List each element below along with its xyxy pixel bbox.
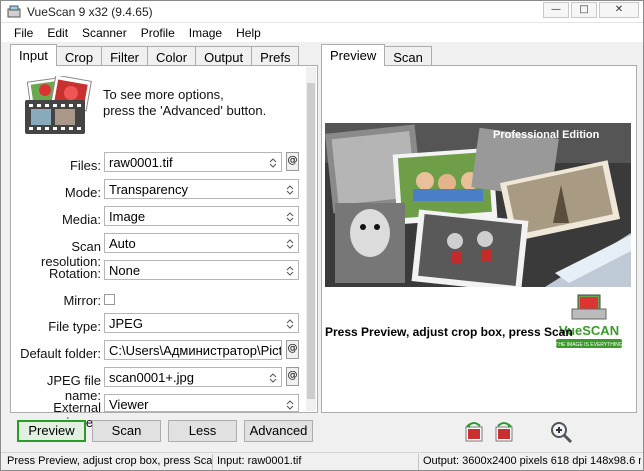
updown-arrows-icon bbox=[269, 158, 277, 168]
updown-arrows-icon bbox=[286, 266, 294, 276]
updown-arrows-icon bbox=[286, 400, 294, 410]
close-button[interactable]: ✕ bbox=[599, 2, 639, 18]
files-value: raw0001.tif bbox=[109, 155, 173, 170]
tab-color[interactable]: Color bbox=[147, 46, 197, 66]
status-output: Output: 3600x2400 pixels 618 dpi 148x98.… bbox=[423, 455, 641, 467]
mode-select[interactable]: Transparency bbox=[104, 179, 299, 199]
menu-scanner[interactable]: Scanner bbox=[75, 23, 134, 42]
external-viewer-value: Viewer bbox=[109, 397, 149, 412]
scan-resolution-select[interactable]: Auto bbox=[104, 233, 299, 253]
rotate-left-icon[interactable] bbox=[462, 420, 486, 444]
menu-help[interactable]: Help bbox=[229, 23, 268, 42]
splash-image: Professional Edition bbox=[325, 123, 631, 287]
default-folder-label: Default folder: bbox=[20, 346, 101, 361]
rotate-right-icon[interactable] bbox=[492, 420, 516, 444]
default-folder-value: C:\Users\Администратор\Pictur bbox=[109, 343, 282, 358]
tab-scan[interactable]: Scan bbox=[384, 46, 432, 66]
file-type-value: JPEG bbox=[109, 316, 143, 331]
preview-panel: Preview Scan Professional Edition VueSCA… bbox=[321, 44, 637, 413]
window-title: VueScan 9 x32 (9.4.65) bbox=[27, 5, 153, 19]
status-bar: Press Preview, adjust crop box, press Sc… bbox=[1, 452, 643, 470]
tab-preview[interactable]: Preview bbox=[321, 44, 386, 66]
scan-button[interactable]: Scan bbox=[92, 420, 161, 442]
vuescan-window: VueScan 9 x32 (9.4.65) — □ ✕ File Edit S… bbox=[0, 0, 644, 471]
tab-output[interactable]: Output bbox=[195, 46, 253, 66]
options-tabs: Input Crop Filter Color Output Prefs bbox=[10, 44, 300, 66]
rotation-select[interactable]: None bbox=[104, 260, 299, 280]
hint-line-1: To see more options, bbox=[103, 87, 224, 102]
tab-prefs[interactable]: Prefs bbox=[251, 46, 300, 66]
preview-button[interactable]: Preview bbox=[17, 420, 86, 442]
files-label: Files: bbox=[69, 158, 101, 173]
splash-banner: Professional Edition bbox=[493, 129, 600, 141]
updown-arrows-icon bbox=[286, 185, 294, 195]
photo-film-icon bbox=[25, 76, 92, 134]
default-folder-field[interactable]: C:\Users\Администратор\Pictur bbox=[104, 340, 282, 360]
external-viewer-select[interactable]: Viewer bbox=[104, 394, 299, 412]
advanced-hint: To see more options, press the 'Advanced… bbox=[103, 87, 303, 119]
updown-arrows-icon bbox=[286, 212, 294, 222]
input-tab-content: To see more options, press the 'Advanced… bbox=[10, 65, 318, 430]
hint-line-2: press the 'Advanced' button. bbox=[103, 103, 267, 118]
scan-resolution-label: Scan resolution: bbox=[41, 239, 101, 269]
mirror-checkbox[interactable] bbox=[104, 294, 115, 305]
scrollbar-thumb[interactable] bbox=[307, 83, 315, 399]
menu-profile[interactable]: Profile bbox=[134, 23, 182, 42]
status-input: Input: raw0001.tif bbox=[213, 454, 419, 470]
jpeg-file-name-value: scan0001+.jpg bbox=[109, 370, 194, 385]
menu-file[interactable]: File bbox=[7, 23, 40, 42]
rotation-label: Rotation: bbox=[48, 266, 101, 281]
scan-resolution-value: Auto bbox=[109, 236, 136, 251]
logo-tagline: THE IMAGE IS EVERYTHING bbox=[555, 342, 623, 348]
vuescan-app-icon bbox=[7, 5, 21, 18]
jpeg-file-name-label: JPEG file name: bbox=[46, 373, 101, 403]
files-select[interactable]: raw0001.tif bbox=[104, 152, 282, 172]
advanced-button[interactable]: Advanced bbox=[244, 420, 313, 442]
zoom-icon[interactable] bbox=[549, 420, 573, 444]
mode-label: Mode: bbox=[64, 185, 101, 200]
preview-tabs: Preview Scan bbox=[321, 44, 432, 66]
options-panel: Input Crop Filter Color Output Prefs To … bbox=[10, 44, 318, 430]
menu-image[interactable]: Image bbox=[182, 23, 229, 42]
maximize-button[interactable]: □ bbox=[571, 2, 597, 18]
tab-crop[interactable]: Crop bbox=[55, 46, 103, 66]
file-type-label: File type: bbox=[48, 319, 101, 334]
tab-input[interactable]: Input bbox=[10, 44, 57, 66]
mirror-label: Mirror: bbox=[63, 293, 101, 308]
preview-area[interactable]: Professional Edition VueSCAN THE IMAGE I… bbox=[321, 65, 637, 413]
updown-arrows-icon bbox=[269, 373, 277, 383]
updown-arrows-icon bbox=[286, 239, 294, 249]
default-folder-at-button[interactable]: @ bbox=[286, 340, 299, 359]
media-select[interactable]: Image bbox=[104, 206, 299, 226]
menu-edit[interactable]: Edit bbox=[40, 23, 75, 42]
options-scrollbar[interactable] bbox=[306, 67, 316, 411]
window-controls: — □ ✕ bbox=[541, 2, 639, 20]
preview-instruction: Press Preview, adjust crop box, press Sc… bbox=[325, 325, 573, 339]
minimize-button[interactable]: — bbox=[543, 2, 569, 18]
media-value: Image bbox=[109, 209, 146, 224]
menu-bar: File Edit Scanner Profile Image Help bbox=[1, 23, 643, 42]
tab-filter[interactable]: Filter bbox=[101, 46, 148, 66]
files-at-button[interactable]: @ bbox=[286, 152, 299, 171]
media-label: Media: bbox=[61, 212, 101, 227]
mode-value: Transparency bbox=[109, 182, 188, 197]
vuescan-logo: VueSCAN THE IMAGE IS EVERYTHING bbox=[555, 294, 623, 348]
title-bar: VueScan 9 x32 (9.4.65) — □ ✕ bbox=[1, 1, 643, 23]
rotation-value: None bbox=[109, 263, 141, 278]
updown-arrows-icon bbox=[286, 319, 294, 329]
jpeg-file-name-select[interactable]: scan0001+.jpg bbox=[104, 367, 282, 387]
file-type-select[interactable]: JPEG bbox=[104, 313, 299, 333]
jpeg-file-name-at-button[interactable]: @ bbox=[286, 367, 299, 386]
status-message: Press Preview, adjust crop box, press Sc… bbox=[3, 454, 213, 470]
less-button[interactable]: Less bbox=[168, 420, 237, 442]
